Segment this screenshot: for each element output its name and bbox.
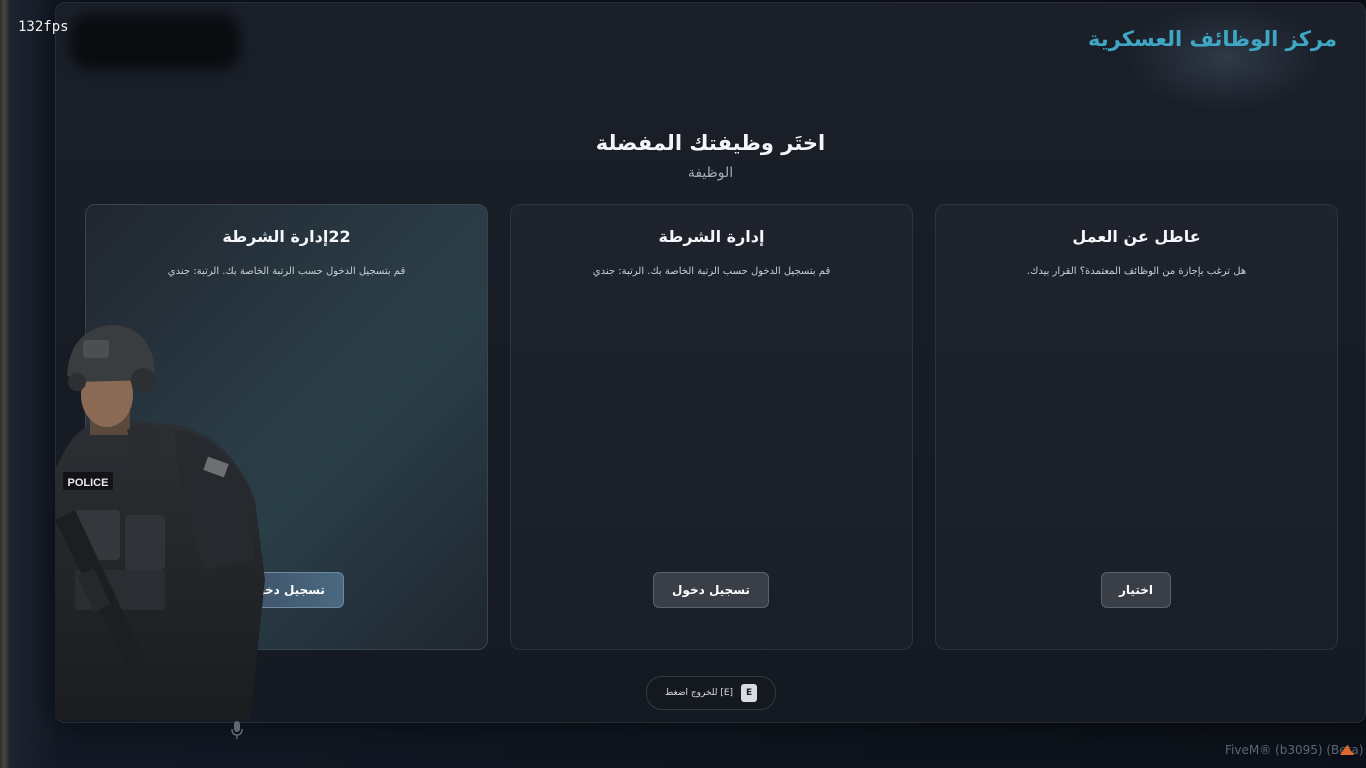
police-soldier-illustration: POLICE bbox=[55, 325, 265, 720]
vest-label: POLICE bbox=[68, 477, 109, 489]
app-title: مركز الوظائف العسكرية bbox=[1088, 27, 1337, 51]
e-key-badge: E bbox=[741, 684, 758, 702]
microphone-icon bbox=[231, 721, 243, 739]
select-button[interactable]: اختيار bbox=[1101, 572, 1171, 608]
job-card-police: إدارة الشرطة قم بتسجيل الدخول حسب الرتبة… bbox=[510, 204, 913, 650]
page-subheading: الوظيفة bbox=[687, 165, 734, 181]
login-button[interactable]: تسجيل دخول bbox=[653, 572, 769, 608]
page-heading: اختَر وظيفتك المفضلة bbox=[595, 131, 826, 155]
job-card-description: هل ترغب بإجازة من الوظائف المعتمدة؟ القر… bbox=[1026, 266, 1247, 277]
job-card-unemployed: عاطل عن العمل هل ترغب بإجازة من الوظائف … bbox=[935, 204, 1338, 650]
exit-hint-text: [E] للخروج اضغط bbox=[664, 688, 734, 698]
job-card-description: قم بتسجيل الدخول حسب الرتبة الخاصة بك. ا… bbox=[167, 266, 406, 277]
job-card-title: إدارة الشرطة bbox=[658, 227, 765, 246]
fps-counter: 132fps bbox=[18, 19, 69, 35]
title-glow bbox=[1125, 3, 1325, 113]
job-card-title: عاطل عن العمل bbox=[1072, 227, 1201, 246]
fivem-logo-icon bbox=[1340, 745, 1354, 755]
redacted-overlay bbox=[70, 14, 240, 70]
job-card-title: 22إدارة الشرطة bbox=[222, 227, 351, 246]
job-card-description: قم بتسجيل الدخول حسب الرتبة الخاصة بك. ا… bbox=[592, 266, 831, 277]
exit-hint: E [E] للخروج اضغط bbox=[646, 676, 776, 710]
